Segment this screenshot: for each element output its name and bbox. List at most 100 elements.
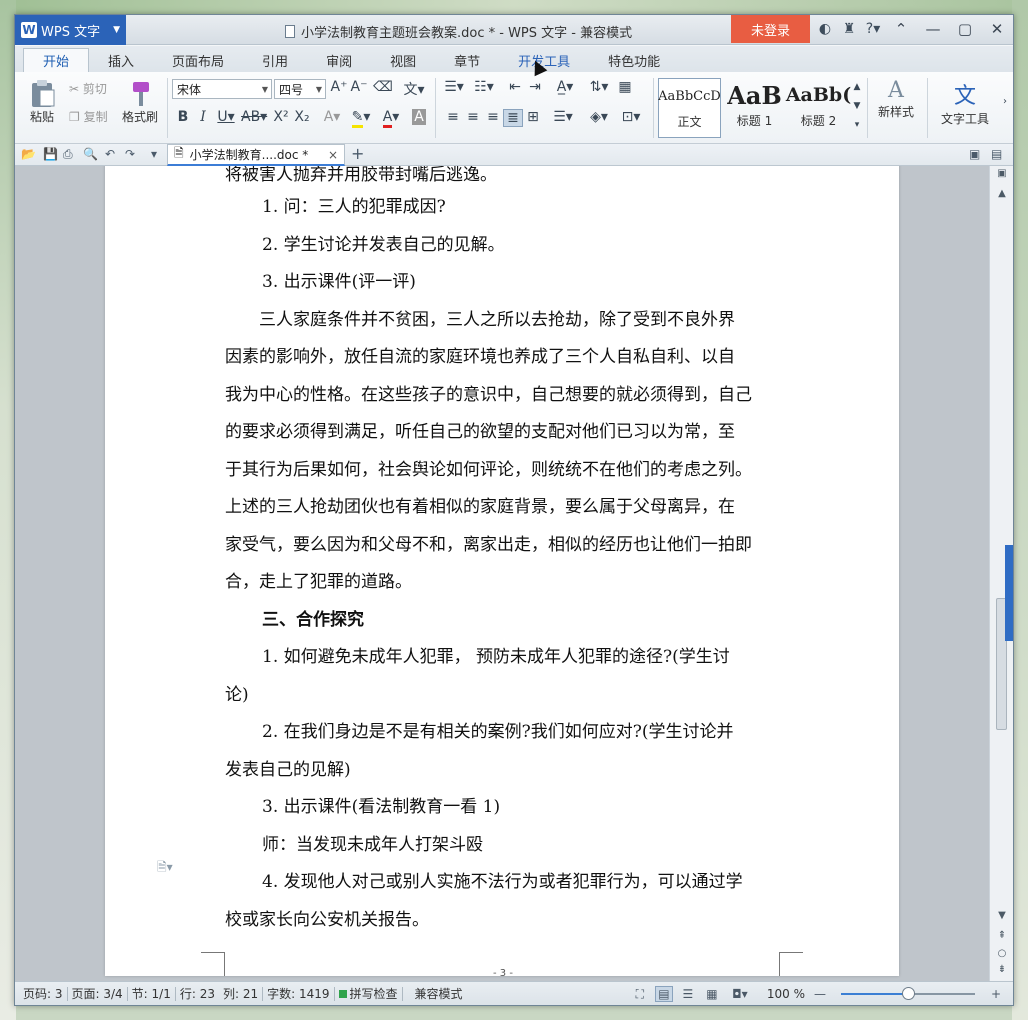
style-gallery-scroll[interactable]: ▲ ▼ ▾: [851, 78, 863, 135]
maximize-button[interactable]: ▢: [949, 15, 981, 43]
font-name-select[interactable]: 宋体 ▼: [172, 79, 272, 99]
shrink-font-icon[interactable]: A⁻: [349, 79, 369, 95]
clear-format-icon[interactable]: ⌫: [373, 79, 393, 95]
status-word-count[interactable]: 字数: 1419: [263, 985, 333, 1002]
pinyin-guide-icon[interactable]: 文▾: [399, 79, 429, 99]
zoom-level[interactable]: 100 %: [767, 987, 805, 1001]
bullets-icon[interactable]: ☰▾: [441, 79, 467, 95]
zoom-slider-handle[interactable]: [902, 987, 915, 1000]
zoom-out-icon[interactable]: —: [811, 987, 829, 1001]
help-icon[interactable]: ?▾: [861, 21, 885, 37]
tab-references[interactable]: 引用: [243, 48, 307, 72]
next-page-icon[interactable]: ⇟: [990, 964, 1013, 975]
tab-view[interactable]: 视图: [371, 48, 435, 72]
text-tools-button[interactable]: 文 文字工具: [933, 78, 997, 127]
new-tab-icon[interactable]: +: [351, 144, 364, 163]
print-icon[interactable]: ⎙: [63, 147, 73, 162]
undo-icon[interactable]: ↶: [105, 147, 115, 161]
redo-icon[interactable]: ↷: [125, 147, 135, 161]
text-effect-icon[interactable]: A▾: [319, 109, 345, 125]
italic-icon[interactable]: I: [193, 109, 213, 125]
subscript-icon[interactable]: X₂: [292, 109, 312, 125]
tab-page-layout[interactable]: 页面布局: [153, 48, 243, 72]
line-spacing-icon[interactable]: ☰▾: [549, 109, 577, 125]
char-shading-icon[interactable]: A: [409, 109, 429, 125]
underline-icon[interactable]: U▾: [213, 109, 239, 125]
strikethrough-icon[interactable]: AB▾: [241, 109, 267, 125]
distribute-icon[interactable]: ⊞: [523, 109, 543, 125]
superscript-icon[interactable]: X²: [271, 109, 291, 125]
style-heading-1[interactable]: AaB 标题 1: [723, 78, 786, 138]
bold-icon[interactable]: B: [173, 109, 193, 125]
justify-icon[interactable]: ≣: [503, 109, 523, 127]
print-preview-icon[interactable]: 🔍: [83, 147, 98, 161]
document-page[interactable]: 将被害人抛弃并用胶带封嘴后逃逸。 1. 问：三人的犯罪成因? 2. 学生讨论并发…: [105, 166, 899, 979]
grow-font-icon[interactable]: A⁺: [329, 79, 349, 95]
increase-indent-icon[interactable]: ⇥: [525, 79, 545, 95]
copy-icon: ❐: [69, 110, 80, 124]
close-button[interactable]: ✕: [981, 15, 1013, 43]
tab-home[interactable]: 开始: [23, 48, 90, 72]
text-direction-icon[interactable]: A̲▾: [551, 79, 579, 95]
shirt-icon[interactable]: ♜: [837, 21, 861, 37]
status-row[interactable]: 行: 23: [176, 985, 219, 1002]
side-panel-toggle[interactable]: [1005, 545, 1013, 641]
shading-icon[interactable]: ◈▾: [585, 109, 613, 125]
full-screen-icon[interactable]: ⛶: [631, 987, 649, 1002]
scroll-down-icon[interactable]: ▼: [990, 910, 1013, 921]
save-icon[interactable]: 💾: [43, 147, 58, 161]
decrease-indent-icon[interactable]: ⇤: [505, 79, 525, 95]
minimize-button[interactable]: —: [917, 15, 949, 43]
outline-view-icon[interactable]: ☰: [679, 987, 697, 1001]
tab-special-features[interactable]: 特色功能: [589, 48, 679, 72]
font-size-select[interactable]: 四号 ▼: [274, 79, 326, 99]
scroll-up-icon[interactable]: ▲: [990, 188, 1013, 199]
highlight-icon[interactable]: ✎▾: [347, 109, 375, 128]
tab-menu-icon[interactable]: ▤: [991, 147, 1002, 161]
style-normal[interactable]: AaBbCcD 正文: [658, 78, 721, 138]
tab-review[interactable]: 审阅: [307, 48, 371, 72]
paragraph-layout-icon[interactable]: 🗎▾: [157, 858, 173, 879]
align-right-icon[interactable]: ≡: [483, 109, 503, 125]
spell-check-toggle[interactable]: 拼写检查: [335, 985, 402, 1002]
doc-line: 1. 如何避免未成年人犯罪， 预防未成年人犯罪的途径?(学生讨: [262, 647, 730, 667]
cut-button[interactable]: ✂ 剪切: [69, 80, 107, 97]
open-icon[interactable]: 📂: [21, 147, 36, 161]
format-painter-button[interactable]: 格式刷: [118, 78, 162, 125]
borders-icon[interactable]: ⊡▾: [617, 109, 645, 125]
style-heading-2[interactable]: AaBb( 标题 2: [786, 78, 851, 138]
close-tab-icon[interactable]: ×: [328, 148, 338, 162]
web-view-icon[interactable]: ▦: [703, 987, 721, 1001]
browse-object-icon[interactable]: ○: [990, 948, 1013, 959]
align-center-icon[interactable]: ≡: [463, 109, 483, 125]
tab-list-icon[interactable]: ▣: [969, 147, 980, 161]
document-tab[interactable]: 🗎 小学法制教育....doc * ×: [167, 144, 345, 166]
customize-icon[interactable]: ▾: [151, 147, 157, 161]
paste-button[interactable]: 粘贴: [23, 78, 61, 125]
skin-icon[interactable]: ◐: [813, 21, 837, 37]
split-view-icon[interactable]: ▣: [990, 168, 1013, 179]
status-pages[interactable]: 页面: 3/4: [68, 985, 127, 1002]
reading-mode-icon[interactable]: ◘▾: [727, 987, 753, 1001]
new-style-button[interactable]: A 新样式: [871, 78, 921, 120]
numbering-icon[interactable]: ☷▾: [471, 79, 497, 95]
prev-page-icon[interactable]: ⇞: [990, 930, 1013, 941]
page-view-icon[interactable]: ▤: [654, 986, 673, 1002]
login-button[interactable]: 未登录: [731, 15, 810, 43]
tab-insert[interactable]: 插入: [89, 48, 153, 72]
status-col[interactable]: 列: 21: [219, 985, 262, 1002]
status-section[interactable]: 节: 1/1: [128, 985, 175, 1002]
zoom-slider[interactable]: [841, 987, 975, 1000]
copy-button[interactable]: ❐ 复制: [69, 108, 108, 125]
sort-icon[interactable]: ⇅▾: [587, 79, 611, 95]
wps-app-menu-button[interactable]: W WPS 文字 ▼: [15, 15, 126, 45]
zoom-in-icon[interactable]: +: [987, 987, 1005, 1001]
document-area[interactable]: 将被害人抛弃并用胶带封嘴后逃逸。 1. 问：三人的犯罪成因? 2. 学生讨论并发…: [15, 166, 989, 981]
ribbon-scroll-right-icon[interactable]: ›: [999, 96, 1011, 107]
tab-chapter[interactable]: 章节: [435, 48, 499, 72]
table-grid-icon[interactable]: ▦: [615, 79, 635, 95]
collapse-ribbon-icon[interactable]: ⌃: [885, 15, 917, 43]
status-page-code[interactable]: 页码: 3: [15, 985, 67, 1002]
align-left-icon[interactable]: ≡: [443, 109, 463, 125]
font-color-icon[interactable]: A▾: [377, 109, 405, 128]
